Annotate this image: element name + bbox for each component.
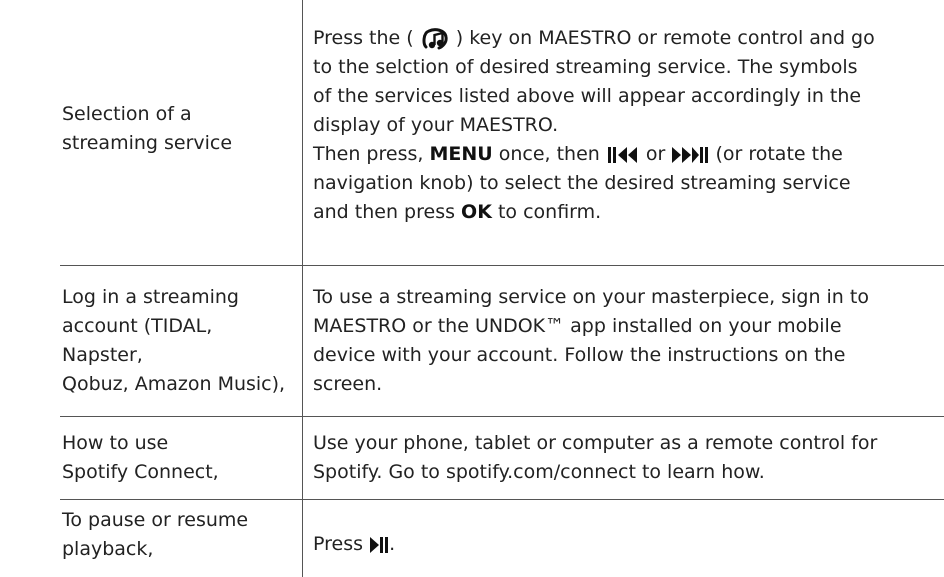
row-1-desc-line-7: and then press OK to confirm. — [313, 198, 875, 227]
row-4-label-line-2: playback, — [62, 537, 154, 560]
and-then-press-text: and then press — [313, 201, 455, 223]
row-1-desc-line-1: Press the ( ) key on MAESTRO or remote c… — [313, 24, 875, 53]
row-1-desc-line-5: Then press, MENU once, then or (or rotat… — [313, 140, 875, 169]
then-press-text: Then press, — [313, 143, 424, 165]
row-2-label-line-1: Log in a streaming — [62, 286, 239, 308]
row-1-desc-key-text: ) key on MAESTRO or remote control and g… — [455, 27, 875, 49]
row-3-desc-line-1: Use your phone, tablet or computer as a … — [313, 432, 878, 454]
or-text: or — [645, 143, 666, 165]
row-1-label-line-2: streaming service — [62, 131, 233, 154]
instruction-table: Selection of a streaming service Press t… — [0, 0, 944, 577]
row-1-desc-line-4: display of your MAESTRO. — [313, 114, 559, 136]
menu-key-label: MENU — [429, 143, 493, 165]
skip-back-icon — [606, 146, 640, 164]
row-4-label: To pause or resume playback, — [62, 500, 294, 577]
row-2-desc-line-1: To use a streaming service on your maste… — [313, 286, 869, 308]
row-1-label-line-1: Selection of a — [62, 102, 192, 125]
row-3-description: Use your phone, tablet or computer as a … — [313, 417, 923, 499]
play-pause-icon — [369, 536, 389, 554]
row-2-desc-line-4: screen. — [313, 373, 383, 395]
row-4-description: Press . — [313, 500, 923, 577]
row-2-label: Log in a streaming account (TIDAL, Napst… — [62, 266, 294, 416]
ok-key-label: OK — [461, 201, 492, 223]
rotate-text: (or rotate the — [715, 143, 843, 165]
row-4-period: . — [389, 533, 396, 555]
row-1-desc-line-2: to the selction of desired streaming ser… — [313, 56, 858, 78]
row-2-label-line-3: Qobuz, Amazon Music), — [62, 373, 286, 395]
streaming-music-icon — [420, 27, 450, 51]
row-3-label-line-2: Spotify Connect, — [62, 461, 219, 483]
row-1-desc-press: Press the ( — [313, 27, 414, 49]
row-2-desc-line-2: MAESTRO or the UNDOK™ app installed on y… — [313, 315, 842, 337]
row-4-press-text: Press — [313, 533, 364, 555]
to-confirm-text: to confirm. — [497, 201, 602, 223]
row-3-label-line-1: How to use — [62, 432, 169, 454]
row-3-label: How to use Spotify Connect, — [62, 417, 294, 499]
row-1-desc-line-3: of the services listed above will appear… — [313, 85, 862, 107]
row-1-description: Press the ( ) key on MAESTRO or remote c… — [313, 0, 923, 265]
row-2-desc-line-3: device with your account. Follow the ins… — [313, 344, 846, 366]
row-4-label-line-1: To pause or resume — [62, 508, 249, 531]
row-3-desc-line-2: Spotify. Go to spotify.com/connect to le… — [313, 461, 765, 483]
row-2-label-line-2: account (TIDAL, Napster, — [62, 315, 213, 366]
skip-forward-play-pause-icon — [671, 146, 709, 164]
row-1-label: Selection of a streaming service — [62, 0, 294, 265]
row-2-description: To use a streaming service on your maste… — [313, 266, 923, 416]
column-divider — [302, 0, 303, 577]
row-1-desc-line-6: navigation knob) to select the desired s… — [313, 172, 851, 194]
once-then-text: once, then — [498, 143, 600, 165]
